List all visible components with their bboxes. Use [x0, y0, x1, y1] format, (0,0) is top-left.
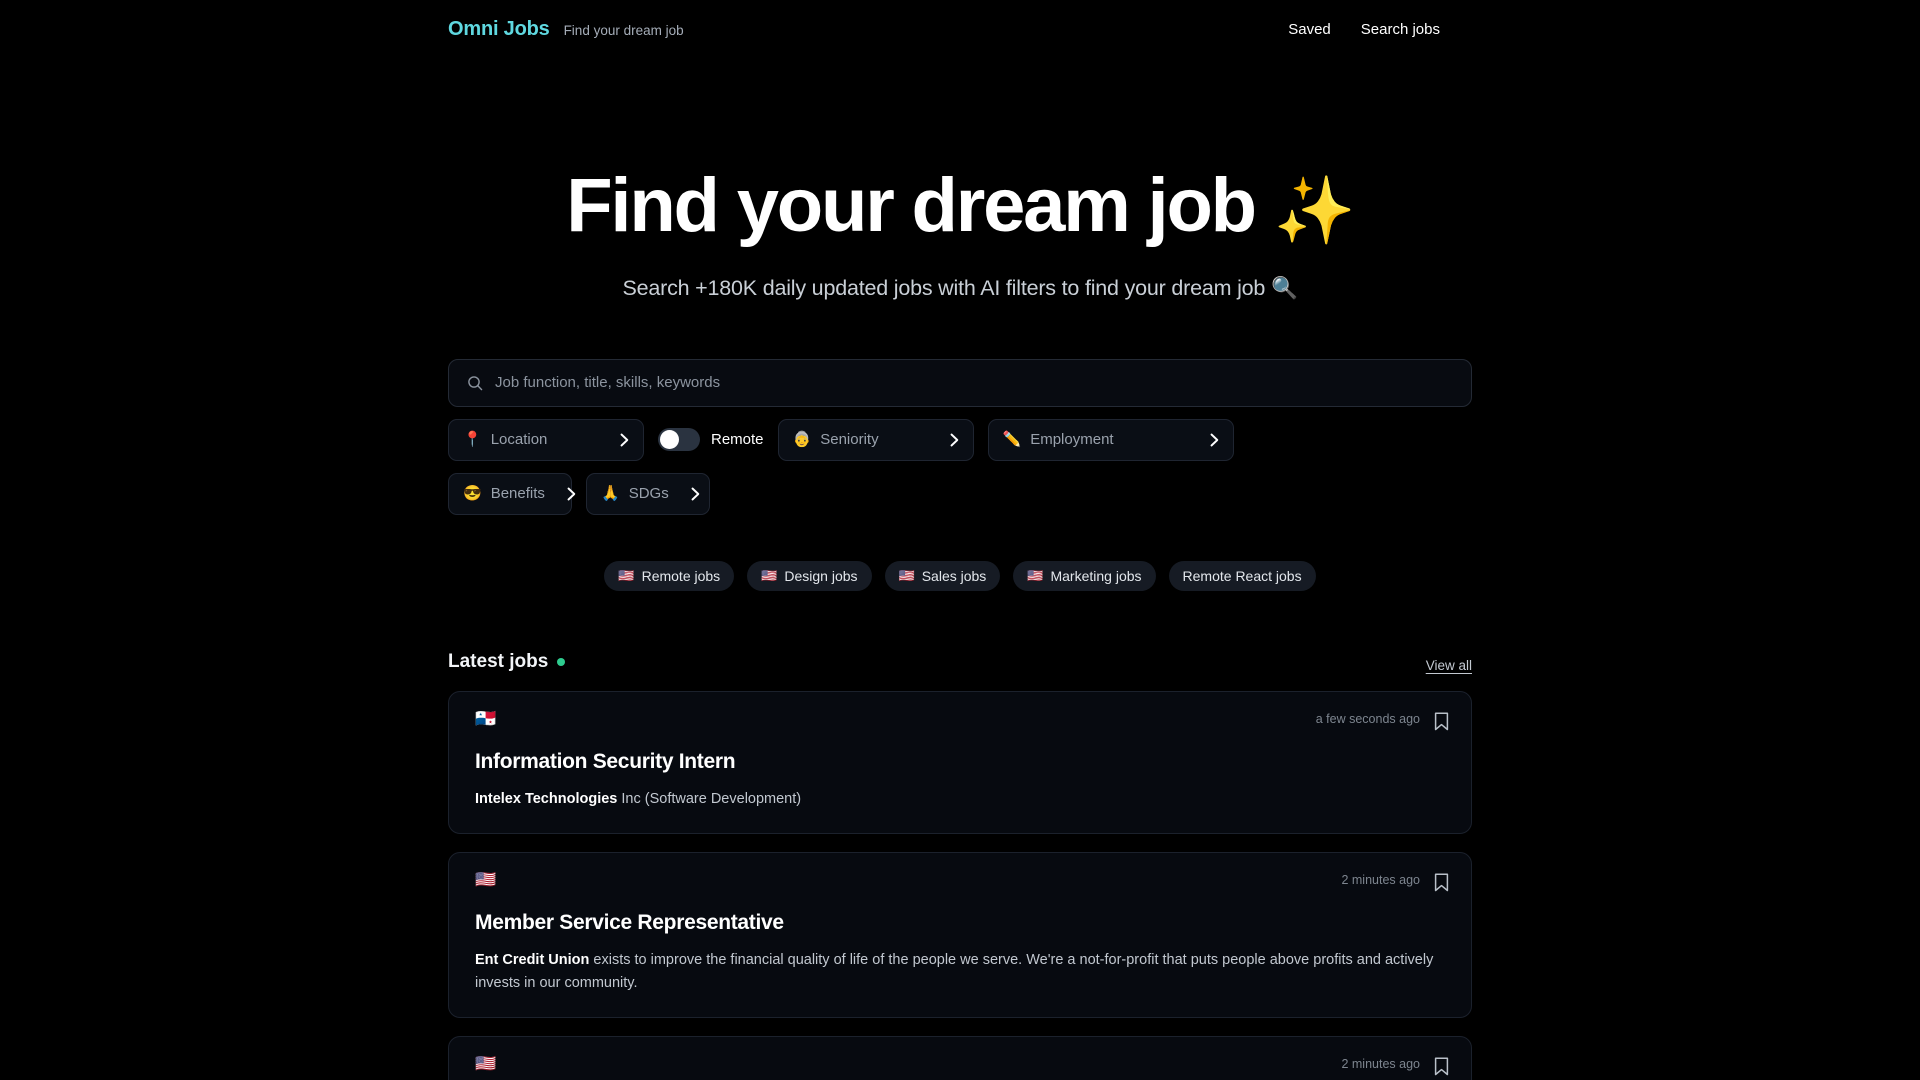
job-card[interactable]: 🇵🇦 a few seconds ago Information Securit… [448, 690, 1472, 834]
country-flag-icon: 🇺🇸 [475, 869, 497, 889]
job-company: Ent Credit Union [475, 951, 590, 968]
job-description-rest: Inc (Software Development) [617, 790, 802, 807]
flag-icon: 🇺🇸 [898, 568, 915, 584]
chevron-right-icon [950, 433, 959, 447]
filter-sdgs-label: SDGs [628, 485, 669, 503]
chip-label: Remote jobs [641, 567, 721, 584]
filter-row-secondary: 😎 Benefits 🙏 SDGs [448, 472, 1472, 515]
chip-label: Marketing jobs [1050, 567, 1142, 584]
chip-label: Sales jobs [921, 567, 987, 584]
bookmark-button[interactable] [1434, 1057, 1449, 1076]
chip-remote-jobs[interactable]: 🇺🇸 Remote jobs [604, 560, 735, 591]
filter-benefits[interactable]: 😎 Benefits [448, 472, 576, 515]
pencil-icon: ✏️ [1002, 431, 1022, 449]
job-posted-time: 2 minutes ago [1341, 872, 1420, 887]
chevron-right-icon [620, 433, 629, 447]
live-status-dot [557, 657, 566, 666]
chevron-right-icon [691, 487, 700, 501]
chip-design-jobs[interactable]: 🇺🇸 Design jobs [747, 560, 872, 591]
job-cards-list: 🇵🇦 a few seconds ago Information Securit… [448, 690, 1472, 1080]
filter-location[interactable]: 📍 Location [448, 418, 644, 461]
toggle-knob [660, 430, 679, 450]
brand-tagline: Find your dream job [563, 22, 684, 38]
top-header: Omni Jobs Find your dream job Saved Sear… [0, 0, 1920, 58]
job-description: Intelex Technologies Inc (Software Devel… [475, 788, 1449, 811]
filter-seniority[interactable]: 👵 Seniority [777, 418, 974, 461]
country-flag-icon: 🇵🇦 [475, 708, 497, 728]
filter-employment-label: Employment [1030, 431, 1114, 449]
job-description-rest: exists to improve the financial quality … [475, 951, 1434, 992]
bookmark-icon [1434, 873, 1449, 892]
hero-subtitle: Search +180K daily updated jobs with AI … [622, 275, 1298, 300]
flag-icon: 🇺🇸 [761, 568, 778, 584]
flag-icon: 🇺🇸 [618, 568, 635, 584]
job-description: Ent Credit Union exists to improve the f… [475, 949, 1449, 995]
main-nav: Saved Search jobs [1288, 21, 1832, 38]
older-person-icon: 👵 [792, 431, 812, 449]
brand-name: Omni Jobs [448, 17, 550, 40]
search-panel: 📍 Location Remote 👵 Seniority [448, 358, 1472, 591]
job-posted-time: a few seconds ago [1315, 711, 1420, 726]
bookmark-icon [1434, 1057, 1449, 1076]
bookmark-icon [1434, 712, 1449, 731]
latest-jobs-header: Latest jobs View all [448, 651, 1472, 683]
chip-marketing-jobs[interactable]: 🇺🇸 Marketing jobs [1013, 560, 1156, 591]
chip-remote-react-jobs[interactable]: Remote React jobs [1168, 560, 1316, 591]
sparkles-icon: ✨ [1273, 173, 1356, 247]
remote-toggle-group[interactable]: Remote [658, 428, 764, 452]
filter-sdgs[interactable]: 🙏 SDGs [586, 472, 710, 515]
search-icon [467, 375, 483, 391]
job-posted-time: 2 minutes ago [1341, 1057, 1420, 1072]
filter-seniority-label: Seniority [820, 431, 879, 449]
latest-jobs-section: Latest jobs View all 🇵🇦 a few seconds ag… [448, 651, 1472, 1080]
bookmark-button[interactable] [1434, 712, 1449, 731]
view-all-link[interactable]: View all [1426, 658, 1472, 673]
search-input[interactable] [495, 374, 1453, 392]
folded-hands-icon: 🙏 [601, 485, 620, 503]
filter-benefits-label: Benefits [490, 485, 545, 503]
remote-toggle-label: Remote [711, 431, 764, 449]
hero-title-text: Find your dream job [566, 163, 1257, 248]
chevron-right-icon [1210, 433, 1219, 447]
latest-jobs-title: Latest jobs [448, 650, 566, 673]
country-flag-icon: 🇺🇸 [475, 1054, 497, 1074]
job-card[interactable]: 🇺🇸 2 minutes ago Member Service Represen… [448, 851, 1472, 1019]
job-card[interactable]: 🇺🇸 2 minutes ago [448, 1036, 1472, 1080]
quick-filter-chips: 🇺🇸 Remote jobs 🇺🇸 Design jobs 🇺🇸 Sales j… [448, 560, 1472, 591]
filter-row-primary: 📍 Location Remote 👵 Seniority ✏️ Employm… [448, 418, 1472, 461]
sunglasses-face-icon: 😎 [463, 485, 482, 503]
search-box[interactable] [448, 358, 1472, 407]
job-title: Member Service Representative [475, 910, 784, 934]
flag-icon: 🇺🇸 [1027, 568, 1044, 584]
latest-jobs-title-text: Latest jobs [448, 650, 549, 672]
pin-icon: 📍 [463, 431, 482, 449]
chip-label: Design jobs [784, 567, 858, 584]
remote-toggle[interactable] [658, 428, 700, 452]
page-title: Find your dream job ✨ [0, 166, 1920, 246]
nav-saved[interactable]: Saved [1288, 21, 1331, 38]
chip-label: Remote React jobs [1182, 567, 1302, 584]
job-title: Information Security Intern [475, 749, 736, 773]
bookmark-button[interactable] [1434, 873, 1449, 892]
nav-search-jobs[interactable]: Search jobs [1361, 21, 1440, 38]
chevron-right-icon [567, 487, 576, 501]
job-company: Intelex Technologies [475, 790, 618, 807]
chip-sales-jobs[interactable]: 🇺🇸 Sales jobs [884, 560, 1001, 591]
filter-location-label: Location [490, 431, 548, 449]
hero-section: Find your dream job ✨ Search +180K daily… [0, 166, 1920, 301]
filter-employment[interactable]: ✏️ Employment [987, 418, 1234, 461]
brand[interactable]: Omni Jobs Find your dream job [448, 18, 684, 41]
